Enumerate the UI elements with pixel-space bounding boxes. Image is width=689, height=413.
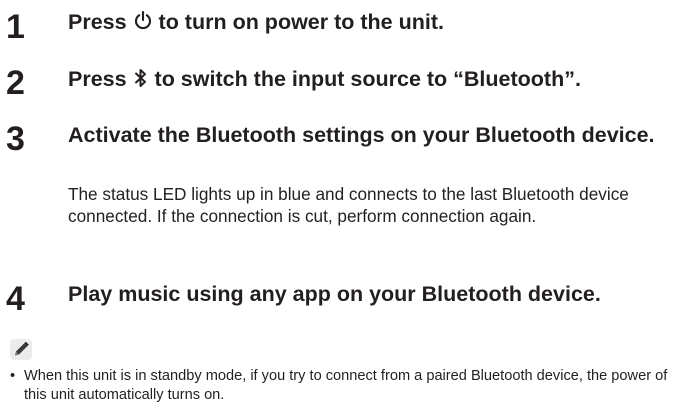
step-title-after: to turn on power to the unit. (152, 10, 444, 34)
step-title-before: Press (68, 67, 133, 91)
bullet: • (10, 368, 16, 384)
step-title: Press to switch the input source to “Blu… (68, 65, 581, 97)
bluetooth-icon (133, 67, 149, 97)
step-number: 3 (6, 120, 25, 158)
step-title: Press to turn on power to the unit. (68, 8, 444, 40)
pencil-icon (10, 339, 32, 360)
step-number: 4 (6, 280, 25, 318)
power-icon (133, 10, 153, 40)
note-list: • When this unit is in standby mode, if … (10, 367, 686, 405)
step-title: Activate the Bluetooth settings on your … (68, 123, 655, 147)
step-title-after: to switch the input source to “Bluetooth… (148, 67, 581, 91)
note-text: When this unit is in standby mode, if yo… (24, 368, 668, 403)
step-number: 1 (6, 8, 25, 46)
step-title: Play music using any app on your Bluetoo… (68, 282, 601, 306)
step-description: The status LED lights up in blue and con… (68, 184, 629, 226)
step-title-before: Press (68, 10, 133, 34)
note-item: • When this unit is in standby mode, if … (10, 367, 686, 405)
step-number: 2 (6, 64, 25, 102)
